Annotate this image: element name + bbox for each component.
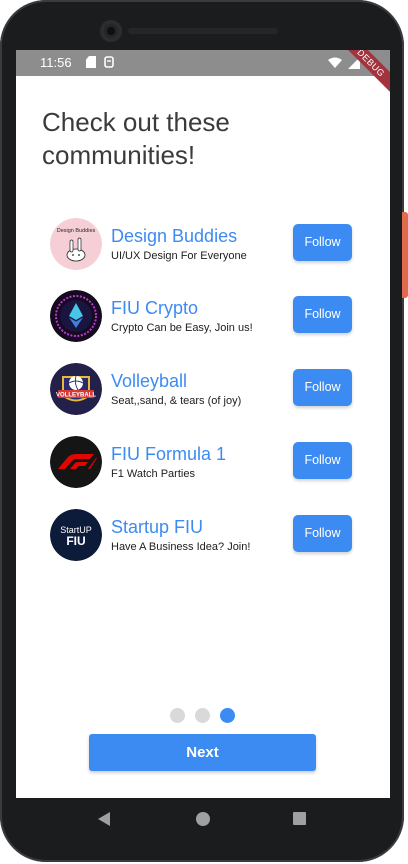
camera-lens [107, 27, 115, 35]
follow-button[interactable]: Follow [293, 296, 352, 333]
status-time: 11:56 [40, 55, 72, 70]
page-indicator [170, 708, 235, 723]
next-button[interactable]: Next [89, 734, 316, 771]
follow-button[interactable]: Follow [293, 224, 352, 261]
community-tagline: Have A Business Idea? Join! [111, 541, 251, 553]
page-dot-active[interactable] [220, 708, 235, 723]
community-name: FIU Formula 1 [111, 444, 227, 464]
follow-button[interactable]: Follow [293, 515, 352, 552]
community-tagline: UI/UX Design For Everyone [111, 250, 247, 262]
follow-button[interactable]: Follow [293, 442, 352, 479]
avatar-design-buddies: Design Buddies [50, 218, 102, 270]
status-icons-left [86, 56, 114, 68]
home-icon[interactable] [196, 812, 210, 826]
community-tagline: Crypto Can be Easy, Join us! [111, 322, 253, 334]
community-row: FIU Crypto Crypto Can be Easy, Join us! … [50, 290, 354, 342]
community-name: Volleyball [111, 371, 188, 391]
front-camera [100, 20, 122, 42]
side-button [402, 212, 408, 298]
app-screen: 11:56 DEBUG Check out these communities!… [16, 50, 390, 798]
avatar-text-line2: FIU [66, 534, 85, 548]
page-title: Check out these communities! [42, 107, 230, 170]
system-nav-bar [16, 798, 390, 842]
community-name: Startup FIU [111, 517, 204, 537]
community-row: VOLLEYBALL Volleyball Seat,,sand, & tear… [50, 363, 354, 415]
community-row: FIU Formula 1 F1 Watch Parties Follow [50, 436, 354, 488]
avatar-text: VOLLEYBALL [56, 393, 96, 399]
status-bar: 11:56 DEBUG [16, 50, 390, 100]
community-row: StartUP FIU Startup FIU Have A Business … [50, 509, 354, 561]
sync-icon [104, 56, 114, 68]
avatar-fiu-formula-1 [50, 436, 102, 488]
phone-frame: 11:56 DEBUG Check out these communities!… [0, 0, 408, 864]
community-name: Design Buddies [111, 226, 238, 246]
follow-button[interactable]: Follow [293, 369, 352, 406]
community-tagline: F1 Watch Parties [111, 468, 195, 480]
community-name: FIU Crypto [111, 298, 199, 318]
page-dot[interactable] [170, 708, 185, 723]
avatar-volleyball: VOLLEYBALL [50, 363, 102, 415]
recents-icon[interactable] [293, 812, 306, 825]
page-dot[interactable] [195, 708, 210, 723]
community-row: Design Buddies Design Buddies UI/UX Desi… [50, 218, 354, 270]
sd-card-icon [86, 56, 96, 68]
back-icon[interactable] [98, 812, 110, 826]
wifi-icon [328, 57, 342, 68]
earpiece-speaker [128, 28, 278, 34]
avatar-fiu-crypto [50, 290, 102, 342]
avatar-text: Design Buddies [57, 228, 96, 234]
avatar-startup-fiu: StartUP FIU [50, 509, 102, 561]
community-tagline: Seat,,sand, & tears (of joy) [111, 395, 242, 407]
